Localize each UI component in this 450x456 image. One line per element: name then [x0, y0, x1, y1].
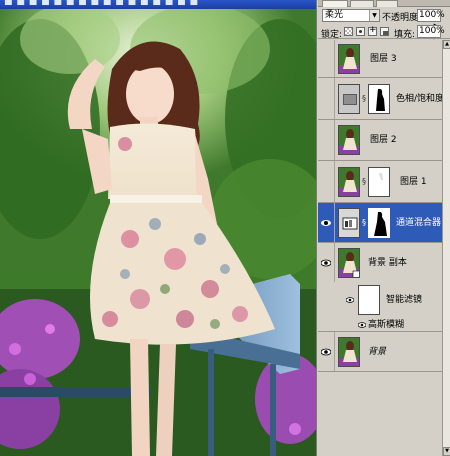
layer-name[interactable]: 图层 1 — [400, 176, 427, 188]
scroll-down-icon[interactable]: ▼ — [443, 447, 450, 456]
layer-row-background-copy[interactable]: 背景 副本 — [318, 243, 442, 282]
gaussian-blur-label: 高斯模糊 — [368, 319, 405, 330]
visibility-toggle[interactable] — [318, 332, 335, 371]
eye-icon[interactable] — [321, 219, 331, 227]
layer-row-layer-3[interactable]: 图层 3 — [318, 40, 442, 78]
layer-mask-thumbnail-icon[interactable] — [368, 207, 390, 238]
panel-tab-row — [318, 0, 450, 7]
photo-thumbnail-icon — [338, 166, 360, 197]
layers-panel: 柔光 ▼ 不透明度: 100% ▶ 锁定: 填充: 100% ▶ — [318, 0, 450, 456]
fill-input[interactable]: 100% ▶ — [417, 25, 445, 46]
layer-row-background[interactable]: 背景 — [318, 332, 442, 372]
lock-label: 锁定: — [321, 30, 343, 40]
hue-saturation-adjustment-icon — [338, 83, 360, 114]
photo-image — [0, 9, 316, 456]
blend-options-row: 柔光 ▼ 不透明度: 100% ▶ — [318, 8, 450, 30]
fill-label: 填充: — [394, 30, 416, 40]
lock-image-pixels-icon[interactable] — [356, 27, 365, 36]
scroll-up-icon[interactable]: ▲ — [443, 40, 450, 49]
eye-icon[interactable] — [321, 259, 331, 267]
tab-channels[interactable] — [350, 0, 374, 7]
photoshop-window: ■ ■ ■ ■ ■ ■ ■ ■ ■ ■ ■ ■ ■ ■ ■ ■ 柔光 ▼ 不透明… — [0, 0, 450, 456]
smart-filters-row[interactable]: 智能滤镜 — [318, 282, 442, 318]
chevron-down-icon[interactable]: ▼ — [369, 10, 379, 21]
opacity-label: 不透明度: — [382, 13, 422, 23]
document-title: ■ ■ ■ ■ ■ ■ ■ ■ ■ ■ ■ ■ ■ ■ ■ ■ — [4, 0, 199, 7]
visibility-toggle[interactable] — [318, 243, 335, 282]
lock-position-icon[interactable] — [368, 25, 377, 36]
layer-mask-thumbnail-icon[interactable] — [368, 83, 390, 114]
chain-link-icon[interactable]: § — [362, 94, 367, 104]
chain-link-icon[interactable]: § — [362, 177, 367, 187]
document-title-bar[interactable]: ■ ■ ■ ■ ■ ■ ■ ■ ■ ■ ■ ■ ■ ■ ■ ■ — [0, 0, 316, 9]
lock-transparent-pixels-icon[interactable] — [344, 27, 353, 36]
layer-mask-thumbnail-icon[interactable] — [368, 166, 390, 197]
layer-row-layer-1[interactable]: § 图层 1 — [318, 161, 442, 203]
fill-value: 100% — [419, 26, 445, 36]
photo-thumbnail-icon — [338, 125, 360, 155]
layers-scrollbar[interactable]: ▲ ▼ — [442, 40, 450, 456]
visibility-toggle[interactable] — [318, 40, 335, 77]
opacity-value: 100% — [419, 10, 445, 20]
tab-paths[interactable] — [376, 0, 398, 7]
layer-list: 图层 3 § 色相/饱和度 1 图层 2 § 图层 1 § 通道混合器 1 背景… — [318, 40, 450, 456]
channel-mixer-adjustment-icon — [338, 207, 360, 238]
opacity-input[interactable]: 100% ▶ — [417, 9, 445, 30]
eye-icon[interactable] — [346, 297, 354, 303]
document-canvas[interactable]: ■ ■ ■ ■ ■ ■ ■ ■ ■ ■ ■ ■ ■ ■ ■ ■ — [0, 0, 317, 456]
filter-mask-thumbnail-icon[interactable] — [358, 285, 380, 315]
visibility-toggle[interactable] — [318, 203, 335, 242]
photo-thumbnail-icon — [338, 336, 360, 367]
layer-row-channel-mixer-1[interactable]: § 通道混合器 1 — [318, 203, 450, 243]
layer-name[interactable]: 图层 2 — [370, 134, 397, 146]
lock-row: 锁定: 填充: 100% ▶ — [318, 24, 450, 46]
visibility-toggle[interactable] — [318, 78, 335, 119]
layer-name[interactable]: 图层 3 — [370, 53, 397, 65]
layer-row-hue-saturation-1[interactable]: § 色相/饱和度 1 — [318, 78, 450, 120]
layer-name[interactable]: 背景 副本 — [368, 257, 407, 269]
chain-link-icon[interactable]: § — [362, 218, 367, 228]
gaussian-blur-filter-row[interactable]: 高斯模糊 — [318, 318, 442, 332]
photo-thumbnail-icon — [338, 43, 360, 74]
blend-mode-value: 柔光 — [325, 10, 344, 20]
eye-icon[interactable] — [321, 348, 331, 356]
smart-filters-label: 智能滤镜 — [386, 295, 423, 305]
lock-all-icon[interactable] — [380, 27, 389, 36]
smart-object-thumbnail-icon — [338, 247, 360, 278]
eye-icon[interactable] — [358, 322, 366, 328]
layer-row-layer-2[interactable]: 图层 2 — [318, 120, 442, 161]
tab-layers[interactable] — [322, 0, 348, 7]
visibility-toggle[interactable] — [318, 161, 335, 202]
visibility-toggle[interactable] — [318, 120, 335, 160]
layer-name[interactable]: 背景 — [368, 346, 386, 358]
blend-mode-select[interactable]: 柔光 ▼ — [322, 9, 380, 22]
